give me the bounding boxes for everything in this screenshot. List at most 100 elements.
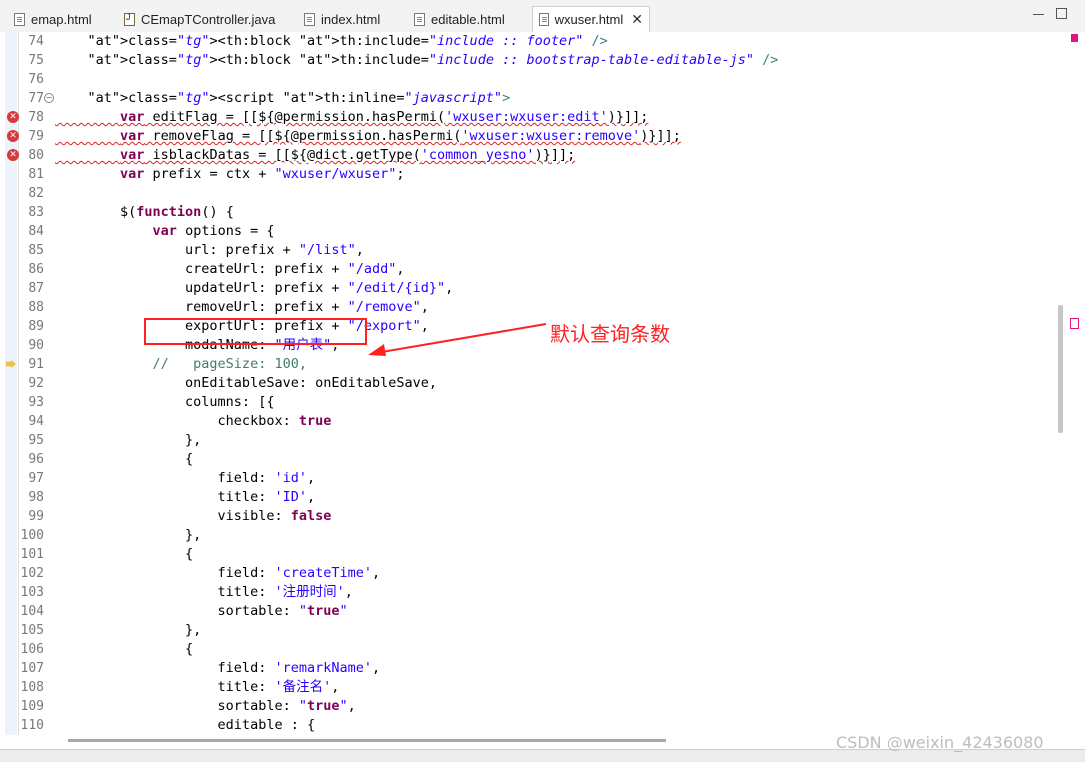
error-icon[interactable]: ✕ <box>7 130 19 142</box>
fold-toggle-icon[interactable]: − <box>44 93 54 103</box>
code-line[interactable]: 108 title: '备注名', <box>0 678 1063 697</box>
line-number: 95 <box>28 433 44 448</box>
code-line[interactable]: 76 <box>0 70 1063 89</box>
code-text[interactable]: { <box>55 450 193 469</box>
code-text[interactable]: editable : { <box>55 716 316 735</box>
code-text[interactable]: var editFlag = [[${@permission.hasPermi(… <box>55 108 648 127</box>
code-line[interactable]: 85 url: prefix + "/list", <box>0 241 1063 260</box>
code-text[interactable]: $(function() { <box>55 203 234 222</box>
code-text[interactable]: "at">class="tg"><th:block "at">th:includ… <box>55 32 608 51</box>
code-line[interactable]: 87 updateUrl: prefix + "/edit/{id}", <box>0 279 1063 298</box>
code-text[interactable]: }, <box>55 431 201 450</box>
code-line[interactable]: 82 <box>0 184 1063 203</box>
html-file-icon <box>414 12 425 26</box>
line-number: 105 <box>20 623 44 638</box>
error-icon[interactable]: ✕ <box>7 111 19 123</box>
line-number: 79 <box>28 129 44 144</box>
line-number: 92 <box>28 376 44 391</box>
code-line[interactable]: 94 checkbox: true <box>0 412 1063 431</box>
code-line[interactable]: 83 $(function() { <box>0 203 1063 222</box>
line-number: 82 <box>28 186 44 201</box>
vertical-scroll-thumb[interactable] <box>1058 305 1063 433</box>
code-line[interactable]: 101 { <box>0 545 1063 564</box>
code-line[interactable]: 96 { <box>0 450 1063 469</box>
code-text[interactable]: field: 'createTime', <box>55 564 381 583</box>
tab-index-html[interactable]: index.html <box>298 6 386 32</box>
code-line[interactable]: 74 "at">class="tg"><th:block "at">th:inc… <box>0 32 1063 51</box>
code-text[interactable]: field: 'id', <box>55 469 316 488</box>
line-number: 100 <box>20 528 44 543</box>
occurrence-marker[interactable] <box>1070 318 1079 329</box>
code-text[interactable]: sortable: "true" <box>55 602 348 621</box>
code-line[interactable]: 103 title: '注册时间', <box>0 583 1063 602</box>
editor-tab-bar: emap.html CEmapTController.java index.ht… <box>0 0 1085 33</box>
code-line[interactable]: ✕ 79 var removeFlag = [[${@permission.has… <box>0 127 1063 146</box>
code-text[interactable]: "at">class="tg"><th:block "at">th:includ… <box>55 51 779 70</box>
code-line[interactable]: 92 onEditableSave: onEditableSave, <box>0 374 1063 393</box>
line-number: 101 <box>20 547 44 562</box>
code-line[interactable]: ✕ 78 var editFlag = [[${@permission.hasPe… <box>0 108 1063 127</box>
code-line[interactable]: 106 { <box>0 640 1063 659</box>
code-editor[interactable]: 74 "at">class="tg"><th:block "at">th:inc… <box>0 32 1063 735</box>
tab-wxuser-html[interactable]: wxuser.html ✕ <box>532 6 650 32</box>
code-text[interactable]: checkbox: true <box>55 412 332 431</box>
code-line[interactable]: 88 removeUrl: prefix + "/remove", <box>0 298 1063 317</box>
code-text[interactable]: updateUrl: prefix + "/edit/{id}", <box>55 279 453 298</box>
maximize-icon[interactable] <box>1056 8 1067 19</box>
code-line[interactable]: 104 sortable: "true" <box>0 602 1063 621</box>
code-text[interactable]: createUrl: prefix + "/add", <box>55 260 405 279</box>
close-tab-icon[interactable]: ✕ <box>631 11 643 28</box>
tab-cemaptcontroller-java[interactable]: CEmapTController.java <box>118 6 281 32</box>
line-number: 96 <box>28 452 44 467</box>
line-number: 89 <box>28 319 44 334</box>
code-text[interactable]: { <box>55 640 193 659</box>
watermark: CSDN @weixin_42436080 <box>836 733 1044 752</box>
horizontal-scroll-thumb[interactable] <box>68 739 666 742</box>
annotation-label: 默认查询条数 <box>550 322 670 346</box>
code-line[interactable]: 84 var options = { <box>0 222 1063 241</box>
tab-emap-html[interactable]: emap.html <box>8 6 98 32</box>
code-text[interactable]: onEditableSave: onEditableSave, <box>55 374 437 393</box>
line-number: 94 <box>28 414 44 429</box>
code-text[interactable]: title: 'ID', <box>55 488 316 507</box>
code-text[interactable]: var isblackDatas = [[${@dict.getType('co… <box>55 146 575 165</box>
code-text[interactable]: var removeFlag = [[${@permission.hasPerm… <box>55 127 681 146</box>
code-line[interactable]: 97 field: 'id', <box>0 469 1063 488</box>
line-number: 104 <box>20 604 44 619</box>
minimize-icon[interactable] <box>1033 8 1044 15</box>
code-text[interactable]: removeUrl: prefix + "/remove", <box>55 298 429 317</box>
code-line[interactable]: 98 title: 'ID', <box>0 488 1063 507</box>
code-text[interactable]: url: prefix + "/list", <box>55 241 364 260</box>
code-line[interactable]: 107 field: 'remarkName', <box>0 659 1063 678</box>
code-text[interactable]: }, <box>55 526 201 545</box>
code-text[interactable]: title: '备注名', <box>55 678 340 697</box>
code-text[interactable]: { <box>55 545 193 564</box>
code-line[interactable]: 99 visible: false <box>0 507 1063 526</box>
code-text[interactable]: title: '注册时间', <box>55 583 353 602</box>
code-line[interactable]: 77− "at">class="tg"><script "at">th:inli… <box>0 89 1063 108</box>
code-line[interactable]: 75 "at">class="tg"><th:block "at">th:inc… <box>0 51 1063 70</box>
code-line[interactable]: ✕ 80 var isblackDatas = [[${@dict.getType… <box>0 146 1063 165</box>
code-line[interactable]: 93 columns: [{ <box>0 393 1063 412</box>
error-icon[interactable]: ✕ <box>7 149 19 161</box>
code-line[interactable]: 109 sortable: "true", <box>0 697 1063 716</box>
line-number: 97 <box>28 471 44 486</box>
tab-editable-html[interactable]: editable.html <box>408 6 511 32</box>
code-text[interactable]: columns: [{ <box>55 393 274 412</box>
code-text[interactable]: sortable: "true", <box>55 697 356 716</box>
code-text[interactable]: var options = { <box>55 222 275 241</box>
code-text[interactable]: field: 'remarkName', <box>55 659 381 678</box>
vertical-scrollbar[interactable] <box>1063 32 1085 735</box>
error-overview-marker[interactable] <box>1071 34 1078 42</box>
code-line[interactable]: 102 field: 'createTime', <box>0 564 1063 583</box>
code-text[interactable]: var prefix = ctx + "wxuser/wxuser"; <box>55 165 405 184</box>
code-line[interactable]: 100 }, <box>0 526 1063 545</box>
code-text[interactable]: }, <box>55 621 201 640</box>
code-line[interactable]: 95 }, <box>0 431 1063 450</box>
code-text[interactable]: visible: false <box>55 507 332 526</box>
code-line[interactable]: 86 createUrl: prefix + "/add", <box>0 260 1063 279</box>
code-line[interactable]: 105 }, <box>0 621 1063 640</box>
code-text[interactable]: "at">class="tg"><script "at">th:inline="… <box>55 89 511 108</box>
code-text[interactable]: // pageSize: 100, <box>55 355 307 374</box>
code-line[interactable]: 81 var prefix = ctx + "wxuser/wxuser"; <box>0 165 1063 184</box>
